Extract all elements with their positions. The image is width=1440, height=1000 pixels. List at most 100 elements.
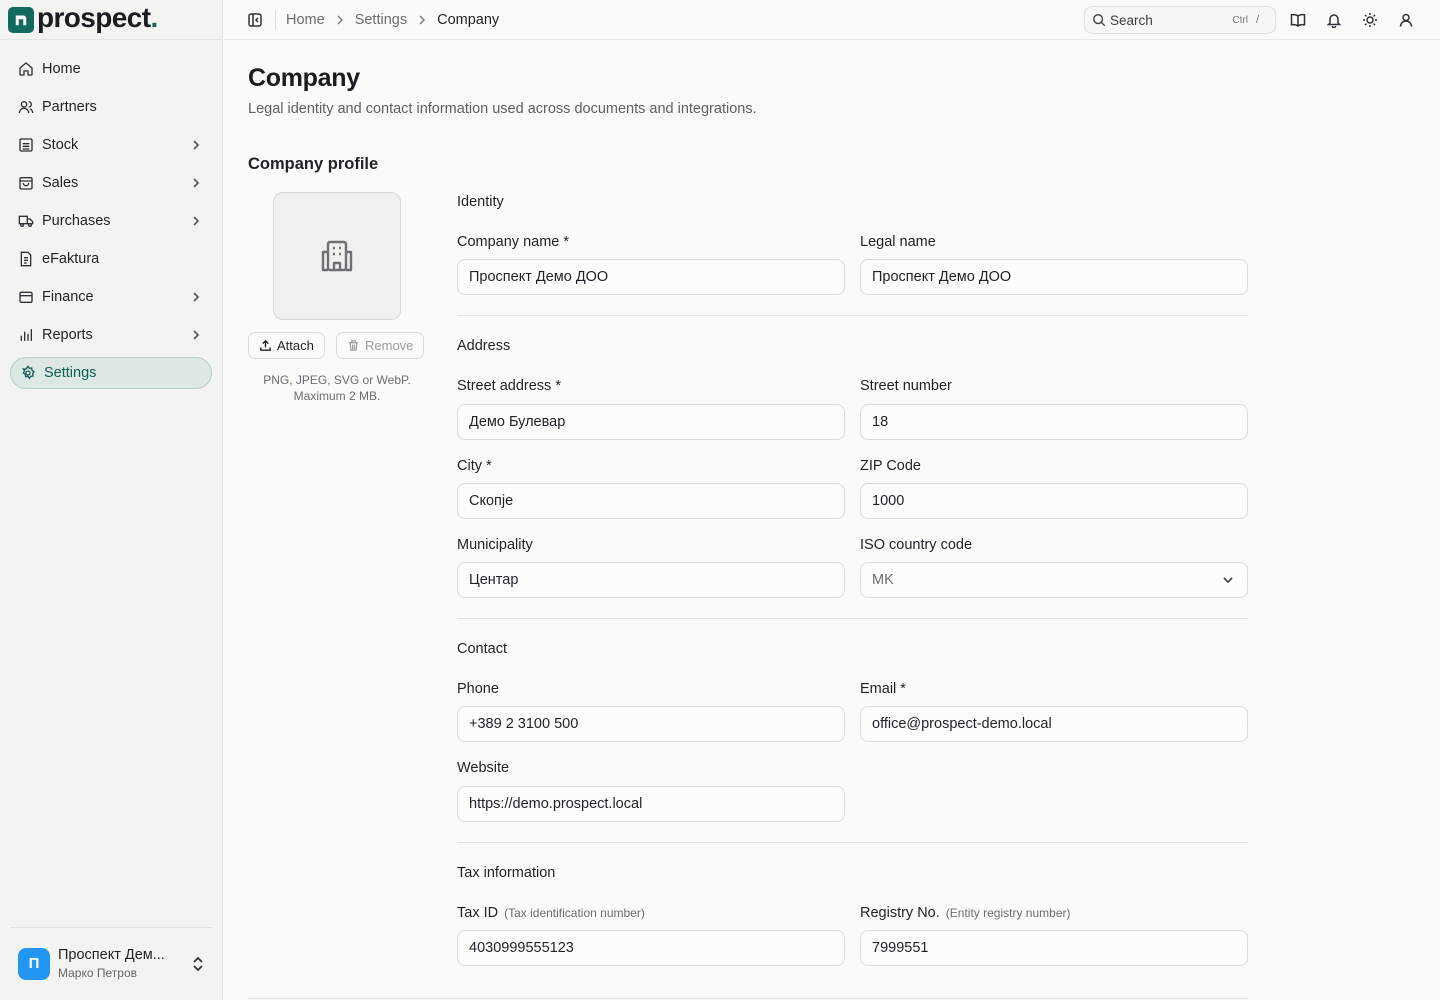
sidebar-item-efaktura[interactable]: eFaktura <box>0 240 222 278</box>
search-icon <box>1092 13 1106 27</box>
phone-label: Phone <box>457 681 499 697</box>
sidebar-item-settings[interactable]: Settings <box>10 357 212 389</box>
registry-no-field[interactable]: 7999551 <box>860 930 1248 966</box>
brand-dot: . <box>150 1 158 33</box>
search-label: Search <box>1110 12 1153 28</box>
org-switcher[interactable]: П Проспект Дем... Марко Петров <box>10 927 212 980</box>
company-name-field[interactable]: Проспект Демо ДОО <box>457 259 845 295</box>
trash-icon <box>347 339 360 352</box>
sidebar-nav: Home Partners Stock Sales Purchases eFak… <box>0 40 222 389</box>
sidebar-item-label: eFaktura <box>42 251 100 267</box>
municipality-field[interactable]: Центар <box>457 562 845 598</box>
bell-icon[interactable] <box>1326 12 1342 28</box>
breadcrumb-home[interactable]: Home <box>286 12 325 28</box>
sidebar-item-reports[interactable]: Reports <box>0 316 222 354</box>
company-logo-placeholder[interactable] <box>273 192 401 320</box>
tax-id-label: Tax ID (Tax identification number) <box>457 905 645 921</box>
tax-title: Tax information <box>457 865 556 881</box>
shortcut-key: Ctrl <box>1232 14 1248 26</box>
topbar: Home Settings Company Search Ctrl / <box>224 0 1440 40</box>
remove-button[interactable]: Remove <box>336 332 425 359</box>
sidebar-item-finance[interactable]: Finance <box>0 278 222 316</box>
attach-label: Attach <box>277 338 314 353</box>
page-title: Company <box>248 64 360 92</box>
legal-name-field[interactable]: Проспект Демо ДОО <box>860 259 1248 295</box>
sidebar-item-label: Purchases <box>42 213 111 229</box>
chevron-right-icon <box>190 139 202 151</box>
street-number-label: Street number <box>860 378 952 394</box>
sidebar-item-label: Reports <box>42 327 93 343</box>
contact-title: Contact <box>457 641 507 657</box>
city-label: City * <box>457 458 492 474</box>
sidebar-item-purchases[interactable]: Purchases <box>0 202 222 240</box>
address-title: Address <box>457 338 511 354</box>
phone-field[interactable]: +389 2 3100 500 <box>457 706 845 742</box>
sidebar-item-label: Home <box>42 61 81 77</box>
sidebar-item-sales[interactable]: Sales <box>0 164 222 202</box>
chevron-right-icon <box>190 177 202 189</box>
chevron-down-icon <box>1222 574 1236 586</box>
chevron-right-icon <box>190 329 202 341</box>
divider <box>248 998 1248 999</box>
legal-name-label: Legal name <box>860 234 936 250</box>
document-icon <box>18 251 34 267</box>
sun-icon[interactable] <box>1362 12 1378 28</box>
sidebar: prospect. Home Partners Stock Sales Purc… <box>0 0 223 1000</box>
registry-no-note: (Entity registry number) <box>945 906 1071 920</box>
tax-id-field[interactable]: 4030999555123 <box>457 930 845 966</box>
wallet-icon <box>18 289 34 305</box>
logo-hint: PNG, JPEG, SVG or WebP. Maximum 2 MB. <box>263 373 411 403</box>
sidebar-item-label: Finance <box>42 289 94 305</box>
user-name: Марко Петров <box>58 966 137 980</box>
search-input[interactable]: Search Ctrl / <box>1084 6 1276 34</box>
avatar: П <box>18 947 50 980</box>
page-subtitle: Legal identity and contact information u… <box>248 101 757 117</box>
divider <box>457 315 1248 316</box>
truck-icon <box>18 213 34 229</box>
company-name-label: Company name * <box>457 234 570 250</box>
remove-label: Remove <box>365 338 414 353</box>
sidebar-item-label: Sales <box>42 175 79 191</box>
sidebar-toggle-icon[interactable] <box>247 12 263 28</box>
identity-title: Identity <box>457 194 504 210</box>
users-icon <box>18 99 34 115</box>
shortcut-char: / <box>1255 14 1259 26</box>
sidebar-item-label: Settings <box>44 365 97 381</box>
warehouse-icon <box>18 137 34 153</box>
sidebar-item-partners[interactable]: Partners <box>0 88 222 126</box>
country-code-label: ISO country code <box>860 537 973 553</box>
email-label: Email * <box>860 681 906 697</box>
email-field[interactable]: office@prospect-demo.local <box>860 706 1248 742</box>
website-field[interactable]: https://demo.prospect.local <box>457 786 845 822</box>
shopping-bag-icon <box>18 175 34 191</box>
registry-no-label: Registry No. (Entity registry number) <box>860 905 1071 921</box>
zip-code-label: ZIP Code <box>860 458 921 474</box>
breadcrumb-settings[interactable]: Settings <box>355 12 407 28</box>
sidebar-item-home[interactable]: Home <box>0 50 222 88</box>
org-name: Проспект Дем... <box>58 947 165 963</box>
divider <box>457 618 1248 619</box>
user-icon[interactable] <box>1398 12 1414 28</box>
street-address-field[interactable]: Демо Булевар <box>457 404 845 440</box>
brand-name: prospect <box>37 1 151 33</box>
upload-icon <box>259 339 272 352</box>
country-code-select[interactable]: MK <box>860 562 1248 598</box>
brand-logo[interactable]: prospect. <box>0 0 222 40</box>
building-icon <box>317 236 357 276</box>
city-field[interactable]: Скопје <box>457 483 845 519</box>
chevron-right-icon <box>417 15 427 25</box>
brand-mark-icon <box>8 6 34 33</box>
chevrons-up-down-icon <box>190 956 206 972</box>
book-open-icon[interactable] <box>1290 12 1306 28</box>
zip-code-field[interactable]: 1000 <box>860 483 1248 519</box>
chevron-right-icon <box>190 215 202 227</box>
street-address-label: Street address * <box>457 378 561 394</box>
sidebar-item-label: Partners <box>42 99 97 115</box>
sidebar-item-stock[interactable]: Stock <box>0 126 222 164</box>
tax-id-note: (Tax identification number) <box>504 906 645 920</box>
sidebar-item-label: Stock <box>42 137 79 153</box>
gear-icon <box>20 365 36 381</box>
street-number-field[interactable]: 18 <box>860 404 1248 440</box>
breadcrumb-company: Company <box>437 11 500 28</box>
attach-button[interactable]: Attach <box>248 332 325 359</box>
